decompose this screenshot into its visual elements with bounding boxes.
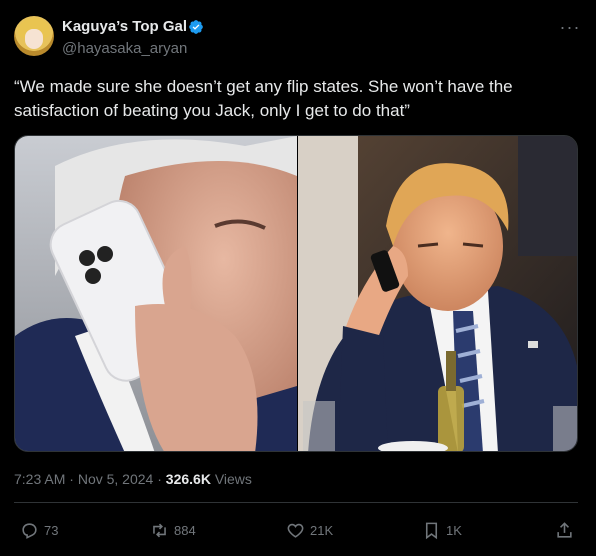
heart-icon <box>287 523 304 538</box>
repost-button[interactable]: 884 <box>150 520 196 540</box>
tweet-media[interactable] <box>14 135 578 452</box>
avatar[interactable] <box>14 16 54 56</box>
bookmark-count: 1K <box>446 522 462 538</box>
bookmark-icon <box>425 522 438 539</box>
photo-man-on-phone-right[interactable] <box>298 136 577 451</box>
bookmark-button[interactable]: 1K <box>422 520 462 540</box>
share-icon <box>557 521 572 538</box>
tweet-time[interactable]: 7:23 AM <box>14 471 65 487</box>
share-button[interactable] <box>555 520 579 540</box>
repost-icon <box>153 523 166 537</box>
views-label: Views <box>210 471 252 487</box>
author-handle[interactable]: @hayasaka_aryan <box>62 40 187 57</box>
tweet-date[interactable]: Nov 5, 2024 <box>78 471 154 487</box>
author-display-name[interactable]: Kaguya’s Top Gal <box>62 18 187 35</box>
meta-separator: · <box>65 471 78 487</box>
like-button[interactable]: 21K <box>286 520 333 540</box>
reply-button[interactable]: 73 <box>20 520 58 540</box>
avatar-face <box>25 29 43 49</box>
like-count: 21K <box>310 522 334 538</box>
verified-badge-icon <box>189 20 203 34</box>
tweet-meta: 7:23 AM · Nov 5, 2024 · 326.6K Views <box>14 471 252 487</box>
divider-line <box>14 502 578 503</box>
reply-icon <box>22 522 37 539</box>
repost-count: 884 <box>174 522 196 538</box>
meta-separator: · <box>153 471 166 487</box>
photo-man-on-phone-left[interactable] <box>15 136 297 451</box>
more-options-icon[interactable]: ··· <box>558 18 582 36</box>
tweet-text: “We made sure she doesn’t get any flip s… <box>14 77 513 120</box>
reply-count: 73 <box>44 522 59 538</box>
views-count: 326.6K <box>165 471 211 487</box>
